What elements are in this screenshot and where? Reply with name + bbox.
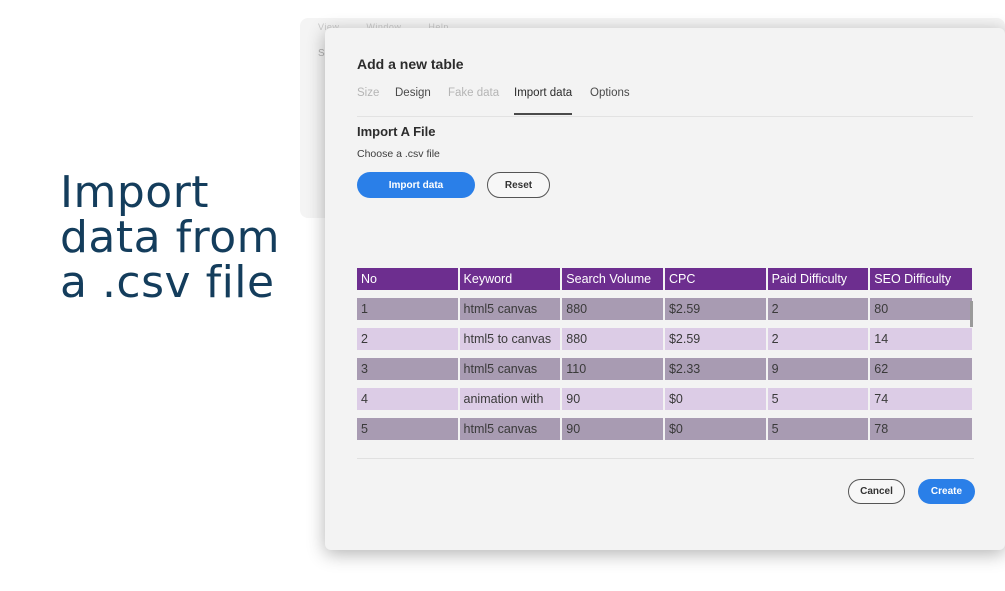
cell-search-volume: 880 [562, 298, 663, 320]
tab-options[interactable]: Options [590, 86, 630, 115]
headline-line-1: Import [60, 167, 210, 218]
header-search-volume: Search Volume [562, 268, 663, 290]
cell-paid-difficulty: 2 [767, 328, 869, 350]
cell-no: 2 [357, 328, 458, 350]
cell-keyword: html5 canvas [459, 418, 561, 440]
cell-keyword: html5 canvas [459, 358, 561, 380]
dialog-tabs: Size Design Fake data Import data Option… [357, 86, 973, 117]
cell-keyword: html5 to canvas [459, 328, 561, 350]
cell-search-volume: 880 [562, 328, 663, 350]
cell-keyword: html5 canvas [459, 298, 561, 320]
tab-design[interactable]: Design [395, 86, 431, 115]
cell-seo-difficulty: 78 [870, 418, 972, 440]
add-table-dialog: Add a new table Size Design Fake data Im… [325, 28, 1005, 550]
header-seo-difficulty: SEO Difficulty [870, 268, 972, 290]
import-data-button[interactable]: Import data [357, 172, 475, 198]
table-row: 2 html5 to canvas 880 $2.59 2 14 [357, 328, 972, 350]
cell-no: 5 [357, 418, 458, 440]
cell-seo-difficulty: 80 [870, 298, 972, 320]
headline: Import data from a .csv file [60, 170, 280, 305]
tab-import-data[interactable]: Import data [514, 86, 573, 115]
cell-cpc: $0 [664, 418, 766, 440]
cell-seo-difficulty: 14 [870, 328, 972, 350]
cell-keyword: animation with [459, 388, 561, 410]
table-scrollbar[interactable] [970, 301, 973, 327]
cell-no: 3 [357, 358, 458, 380]
table-row: 5 html5 canvas 90 $0 5 78 [357, 418, 972, 440]
cancel-button[interactable]: Cancel [848, 479, 905, 504]
header-paid-difficulty: Paid Difficulty [767, 268, 869, 290]
csv-data-table[interactable]: No Keyword Search Volume CPC Paid Diffic… [357, 268, 974, 459]
cell-search-volume: 90 [562, 418, 663, 440]
cell-cpc: $0 [664, 388, 766, 410]
cell-cpc: $2.59 [664, 328, 766, 350]
headline-line-2: data from [60, 212, 280, 263]
header-no: No [357, 268, 458, 290]
cell-paid-difficulty: 2 [767, 298, 869, 320]
create-button[interactable]: Create [918, 479, 975, 504]
cell-no: 1 [357, 298, 458, 320]
cell-search-volume: 110 [562, 358, 663, 380]
cell-paid-difficulty: 5 [767, 388, 869, 410]
section-title: Import A File [357, 124, 436, 139]
cell-seo-difficulty: 74 [870, 388, 972, 410]
cell-paid-difficulty: 9 [767, 358, 869, 380]
cell-no: 4 [357, 388, 458, 410]
reset-button[interactable]: Reset [487, 172, 550, 198]
cell-seo-difficulty: 62 [870, 358, 972, 380]
cell-paid-difficulty: 5 [767, 418, 869, 440]
dialog-title: Add a new table [357, 56, 464, 72]
header-keyword: Keyword [459, 268, 561, 290]
table-row: 1 html5 canvas 880 $2.59 2 80 [357, 298, 972, 320]
section-subtitle: Choose a .csv file [357, 148, 440, 160]
headline-line-3: a .csv file [60, 257, 275, 308]
tab-fake-data[interactable]: Fake data [448, 86, 499, 115]
header-cpc: CPC [664, 268, 766, 290]
background-side-letter: S [318, 48, 325, 59]
cell-search-volume: 90 [562, 388, 663, 410]
table-row: 4 animation with 90 $0 5 74 [357, 388, 972, 410]
table-row: 3 html5 canvas 110 $2.33 9 62 [357, 358, 972, 380]
cell-cpc: $2.59 [664, 298, 766, 320]
cell-cpc: $2.33 [664, 358, 766, 380]
tab-size[interactable]: Size [357, 86, 379, 115]
table-header-row: No Keyword Search Volume CPC Paid Diffic… [357, 268, 972, 290]
